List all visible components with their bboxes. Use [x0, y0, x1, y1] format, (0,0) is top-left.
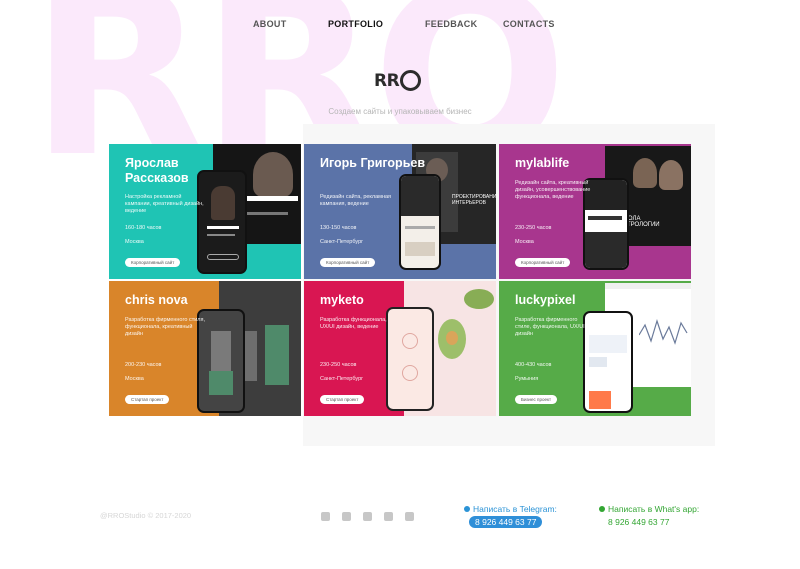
portfolio-card-luckypixel[interactable]: luckypixel Разработка фирменного стиле, … [499, 281, 691, 416]
card-title: luckypixel [515, 293, 576, 307]
social-links [321, 512, 414, 521]
card-title: Ярослав Рассказов [125, 156, 189, 185]
logo[interactable]: RR [374, 70, 422, 91]
mockup-overlay-text: ПРОЕКТИРОВАНИЕ ИНТЕРЬЕРОВ [452, 194, 496, 206]
portfolio-card-myketo[interactable]: myketo Разработка функционала, UX/UI диз… [304, 281, 496, 416]
nav-contacts[interactable]: CONTACTS [503, 19, 555, 29]
copyright: @RROStudio © 2017-2020 [100, 511, 192, 520]
card-description: Редизайн сайта, рекламная кампания, веде… [320, 194, 392, 208]
telegram-icon [464, 506, 470, 512]
whatsapp-icon [599, 506, 605, 512]
telegram-icon[interactable] [321, 512, 330, 521]
card-button[interactable]: Корпоративный сайт [125, 258, 181, 267]
card-description: Разработка фирменного стиле, функционала… [515, 317, 585, 338]
card-description: Редизайн сайта, креативный дизайн, усове… [515, 180, 591, 201]
vk-icon[interactable] [363, 512, 372, 521]
card-button[interactable]: Стартап проект [125, 395, 170, 404]
card-description: Разработка функционала, UX/UI дизайн, ве… [320, 317, 387, 331]
card-hours: 160-180 часов [125, 225, 162, 231]
nav-portfolio[interactable]: PORTFOLIO [328, 19, 383, 29]
telegram-label: Написать в Telegram: [473, 504, 557, 514]
nav-about[interactable]: ABOUT [253, 19, 287, 29]
behance-icon[interactable] [342, 512, 351, 521]
card-city: Румыния [515, 376, 539, 382]
portfolio-card-mylablife[interactable]: ШКОЛА АСТРОЛОГИИ mylablife Редизайн сайт… [499, 144, 691, 279]
portfolio-grid: Ярослав Рассказов Настройка рекламной ка… [109, 144, 691, 416]
card-description: Настройка рекламной кампании, креативный… [125, 194, 204, 215]
card-city: Санкт-Петербург [320, 239, 364, 245]
card-description: Разработка фирменного стиля, функционала… [125, 317, 206, 338]
portfolio-card-chris-nova[interactable]: chris nova Разработка фирменного стиля, … [109, 281, 301, 416]
whatsapp-label: Написать в What's app: [608, 504, 700, 514]
card-hours: 230-250 часов [515, 225, 552, 231]
chart-graphic [639, 319, 688, 345]
phone-mockup [399, 174, 441, 270]
whatsapp-phone[interactable]: 8 926 449 63 77 [608, 517, 669, 527]
card-title: mylablife [515, 156, 570, 170]
footer: @RROStudio © 2017-2020 Написать в Telegr… [0, 502, 800, 542]
logo-ring-icon [400, 70, 422, 91]
card-title: Игорь Григорьев [320, 156, 426, 170]
card-hours: 200-230 часов [125, 362, 162, 368]
nav-feedback[interactable]: FEEDBACK [425, 19, 477, 29]
card-button[interactable]: Стартап проект [320, 395, 365, 404]
portfolio-card-igor[interactable]: ПРОЕКТИРОВАНИЕ ИНТЕРЬЕРОВ Игорь Григорье… [304, 144, 496, 279]
card-button[interactable]: Корпоративный сайт [320, 258, 376, 267]
telegram-link[interactable]: Написать в Telegram: [464, 504, 557, 514]
card-city: Москва [515, 239, 534, 245]
instagram-icon[interactable] [405, 512, 414, 521]
card-hours: 400-430 часов [515, 362, 552, 368]
card-title: chris nova [125, 293, 188, 307]
card-city: Москва [125, 376, 144, 382]
logo-text: RR [374, 70, 400, 91]
portfolio-card-yaroslav[interactable]: Ярослав Рассказов Настройка рекламной ка… [109, 144, 301, 279]
top-nav: ABOUT PORTFOLIO FEEDBACK CONTACTS [0, 19, 800, 33]
telegram-phone[interactable]: 8 926 449 63 77 [469, 516, 543, 528]
tagline: Создаем сайты и упаковываем бизнес [328, 107, 472, 116]
whatsapp-icon[interactable] [384, 512, 393, 521]
card-button[interactable]: Корпоративный сайт [515, 258, 571, 267]
card-button[interactable]: Бизнес проект [515, 395, 558, 404]
whatsapp-link[interactable]: Написать в What's app: [599, 504, 699, 514]
card-title: myketo [320, 293, 364, 307]
phone-mockup [197, 170, 247, 274]
card-hours: 130-150 часов [320, 225, 357, 231]
card-city: Москва [125, 239, 144, 245]
card-hours: 230-250 часов [320, 362, 357, 368]
card-city: Санкт-Петербург [320, 376, 364, 382]
